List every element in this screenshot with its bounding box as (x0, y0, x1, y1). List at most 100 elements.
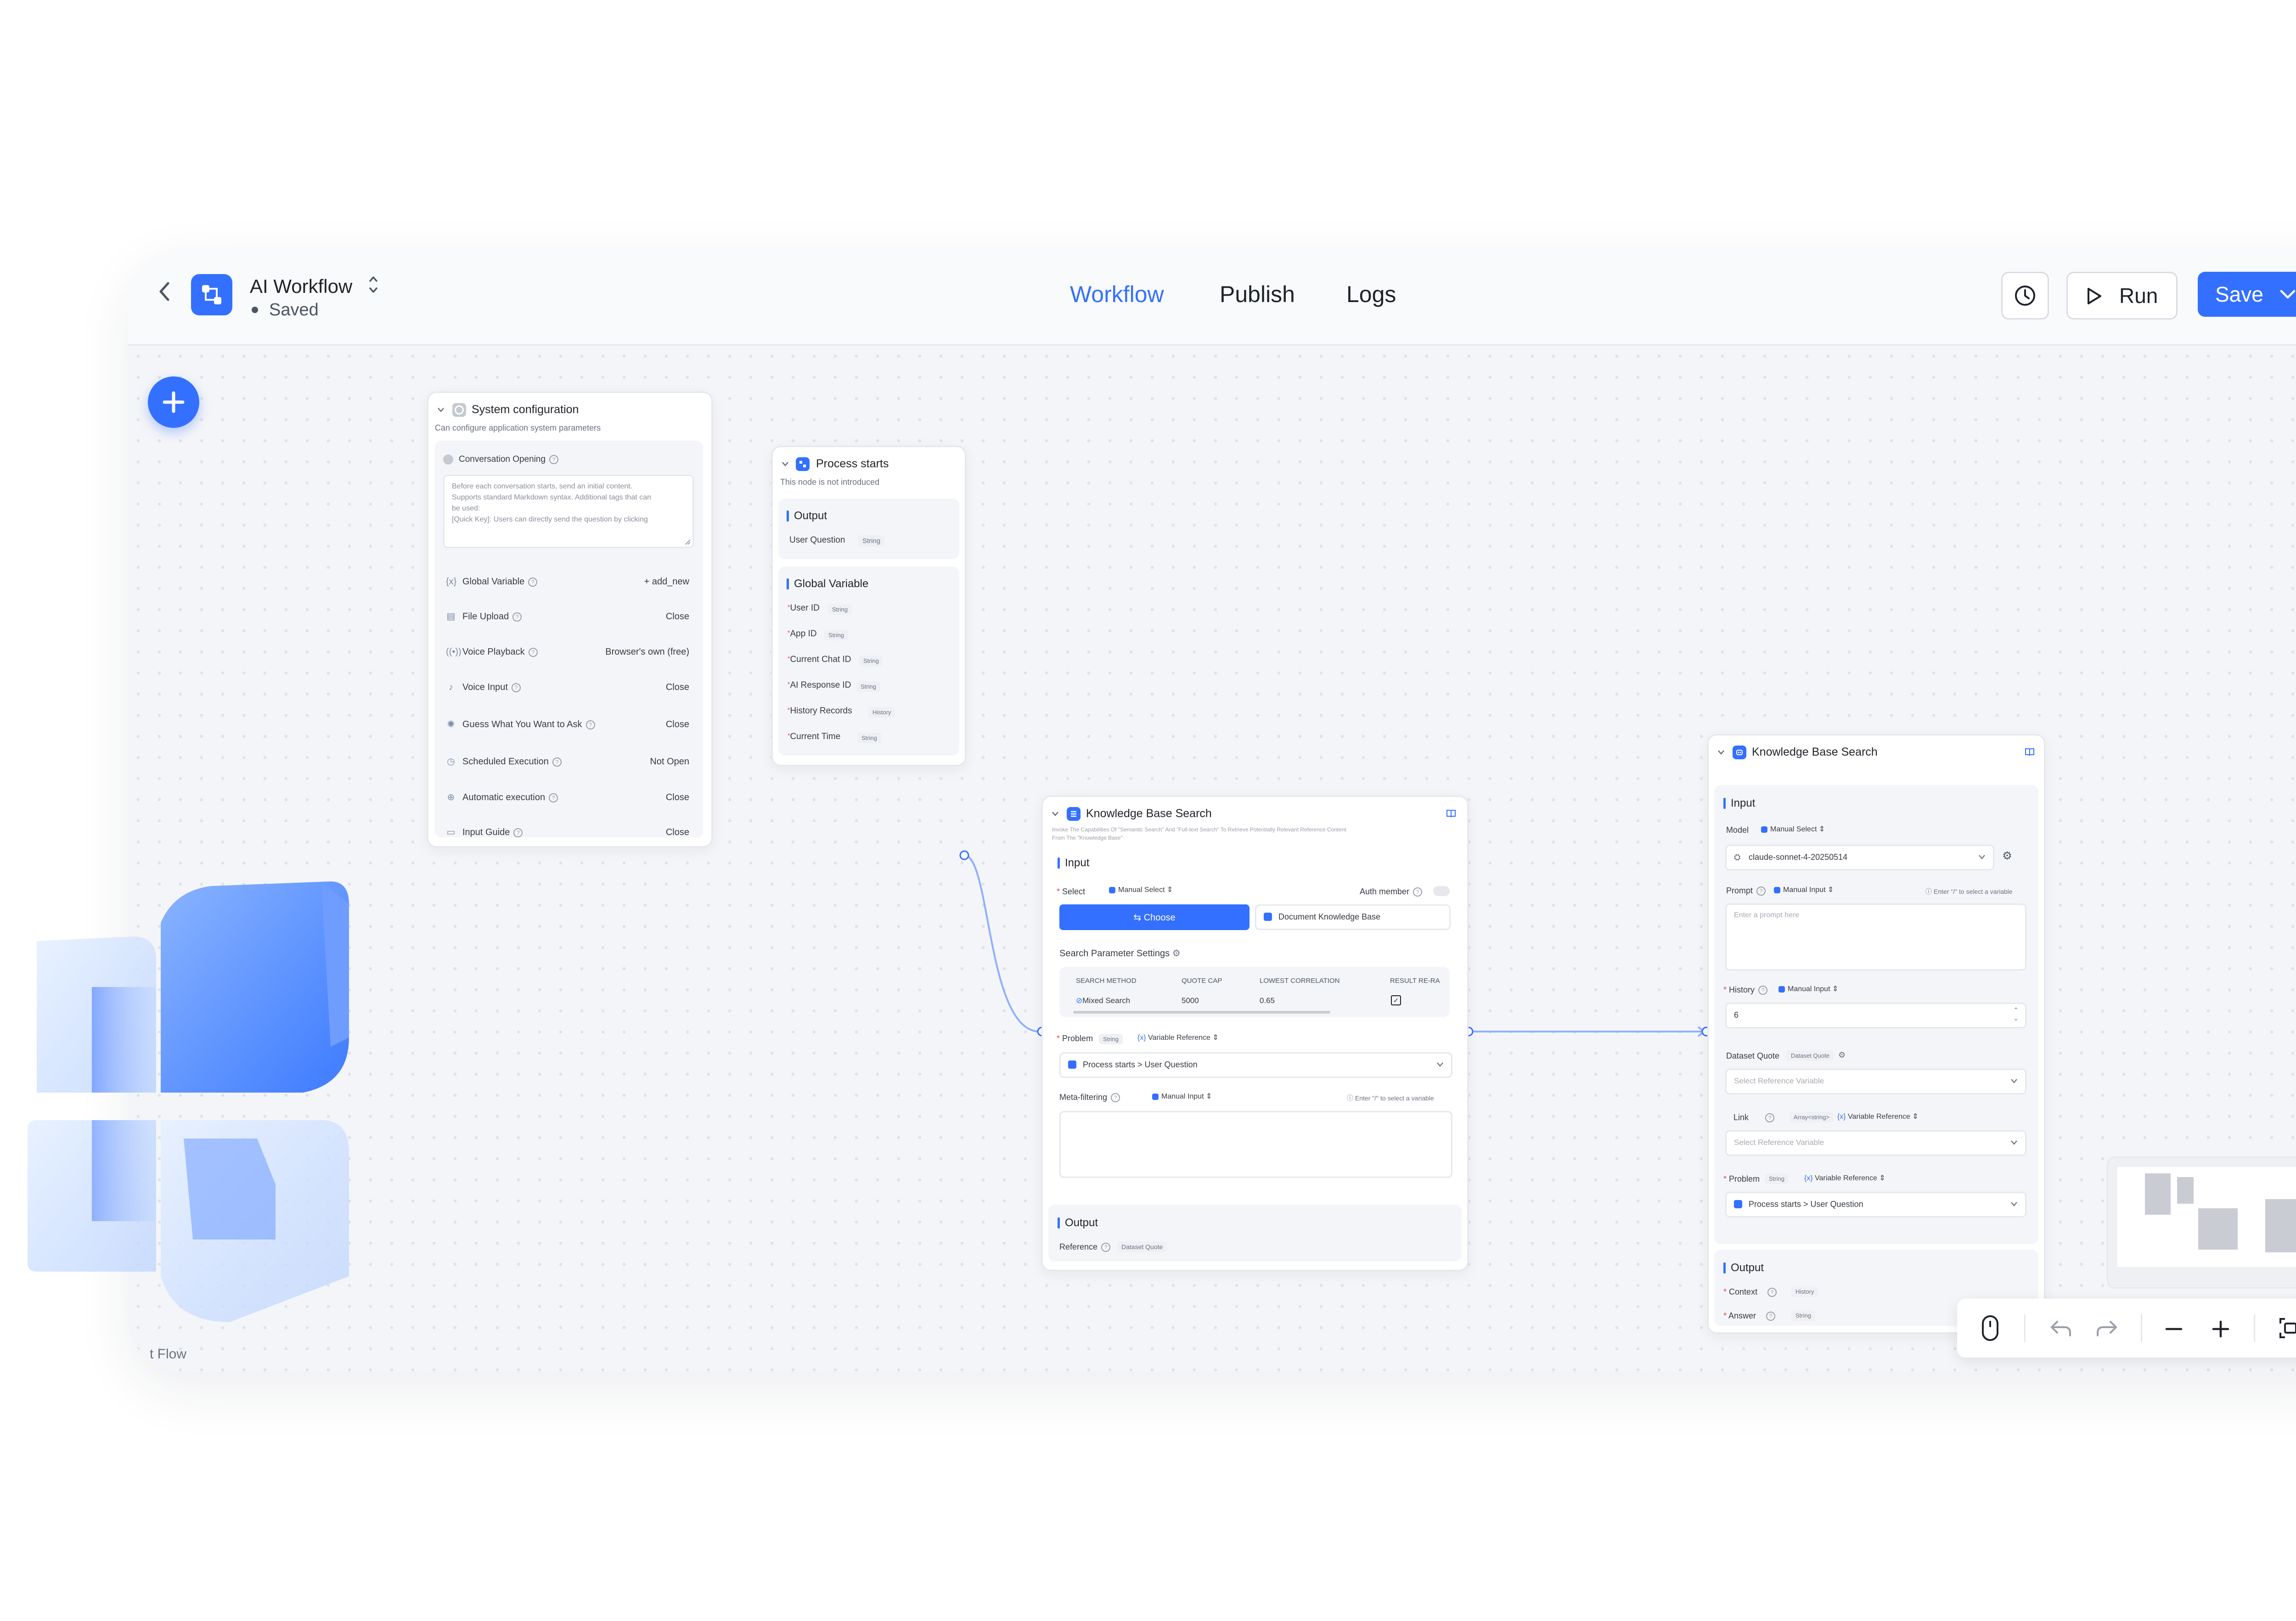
minimap[interactable] (2107, 1156, 2296, 1289)
config-row[interactable]: ⊕ Automatic execution? Close (441, 784, 698, 812)
chevron-down-icon[interactable] (2279, 288, 2296, 301)
book-icon[interactable] (1446, 809, 1456, 818)
problem-mode-dropdown[interactable]: {x} Variable Reference ⇕ (1137, 1033, 1219, 1042)
history-button[interactable] (2001, 272, 2049, 320)
select-mode-dropdown[interactable]: Manual Select ⇕ (1109, 885, 1173, 899)
chevron-down-icon[interactable] (2010, 1140, 2018, 1145)
model-icon: ⛭ (1734, 853, 1741, 862)
problem-mode-dropdown[interactable]: {x} Variable Reference ⇕ (1804, 1173, 1885, 1183)
help-icon: ? (512, 612, 522, 622)
run-label: Run (2119, 284, 2158, 308)
kb-chip-icon (1264, 913, 1272, 921)
table-scrollbar[interactable] (1073, 1011, 1330, 1014)
config-row[interactable]: ✺ Guess What You Want to Ask? Close (441, 711, 698, 739)
chevron-updown-icon[interactable] (366, 272, 380, 297)
knowledge-base-chip[interactable]: Document Knowledge Base (1255, 904, 1451, 930)
tab-publish[interactable]: Publish (1220, 281, 1295, 308)
type-badge: String (856, 681, 880, 692)
problem-reference-select[interactable]: Process starts > User Question (1059, 1052, 1452, 1078)
config-row[interactable]: ♪ Voice Input? Close (441, 674, 698, 701)
config-row-value[interactable]: + add_new (644, 577, 689, 587)
chevron-down-icon[interactable] (2010, 1078, 2018, 1084)
config-row-value[interactable]: Close (666, 792, 689, 803)
book-icon[interactable] (2025, 747, 2035, 757)
input-panel: Input Model Manual Select ⇕ ⛭ claude-son… (1714, 785, 2038, 1244)
undo-icon[interactable] (2049, 1318, 2073, 1338)
resize-handle-icon[interactable] (684, 538, 691, 545)
process-starts-node[interactable]: Process starts This node is not introduc… (771, 446, 966, 766)
fit-view-icon[interactable] (2279, 1317, 2296, 1339)
config-row[interactable]: {x} Global Variable? + add_new (441, 568, 698, 596)
save-button[interactable]: Save (2198, 272, 2296, 317)
problem-label: * Problem (1057, 1034, 1093, 1043)
redo-icon[interactable] (2095, 1318, 2119, 1338)
chevron-down-icon[interactable] (1436, 1062, 1444, 1067)
config-row[interactable]: ▤ File Upload? Close (441, 603, 698, 631)
output-item-label: * Context? (1723, 1287, 1777, 1297)
back-icon[interactable] (155, 280, 174, 303)
meta-mode-dropdown[interactable]: Manual Input ⇕ (1152, 1092, 1212, 1101)
link-select[interactable]: Select Reference Variable (1725, 1130, 2026, 1156)
search-params-label: Search Parameter Settings ⚙ (1059, 948, 1181, 959)
config-row-value[interactable]: Not Open (650, 757, 689, 767)
tab-workflow[interactable]: Workflow (1070, 281, 1164, 308)
config-row-value[interactable]: Close (666, 611, 689, 622)
link-label: Link? (1733, 1113, 1775, 1123)
model-settings-icon[interactable]: ⚙ (2001, 849, 2014, 862)
dataset-quote-select[interactable]: Select Reference Variable (1725, 1069, 2026, 1094)
knowledge-base-search-node[interactable]: Knowledge Base Search Invoke The Capabil… (1041, 796, 1469, 1271)
collapse-chevron-icon[interactable] (1717, 749, 1725, 756)
collapse-chevron-icon[interactable] (1051, 811, 1059, 817)
dataset-settings-icon[interactable]: ⚙ (1838, 1050, 1846, 1060)
workflow-canvas[interactable]: System configuration Can configure appli… (128, 346, 2296, 1372)
manual-input-icon (1152, 1093, 1159, 1100)
help-icon: ? (513, 828, 523, 837)
ai-chat-node[interactable]: Knowledge Base Search Input Model Manual… (1707, 734, 2045, 1334)
config-row-value[interactable]: Browser's own (free) (605, 647, 689, 657)
config-row-value[interactable]: Close (666, 682, 689, 693)
app-window: AI Workflow Saved Workflow Publish Logs … (128, 248, 2296, 1372)
config-row-icon: ◷ (447, 757, 455, 767)
choose-button[interactable]: ⇆ Choose (1059, 904, 1249, 930)
chevron-down-icon[interactable] (1978, 854, 1986, 860)
tab-logs[interactable]: Logs (1346, 281, 1396, 308)
output-title: Output (1723, 1262, 1764, 1274)
opening-textarea[interactable]: Before each conversation starts, send an… (443, 475, 694, 548)
config-row-label: Scheduled Execution? (462, 757, 562, 767)
prompt-textarea[interactable]: Enter a prompt here (1725, 903, 2026, 970)
collapse-chevron-icon[interactable] (437, 407, 445, 413)
meta-filtering-input[interactable] (1059, 1111, 1452, 1178)
stepper-arrows-icon[interactable]: ⌃ ⌄ (2013, 1006, 2019, 1022)
config-row-value[interactable]: Close (666, 719, 689, 730)
chevron-down-icon[interactable] (2010, 1201, 2018, 1207)
mixed-search-icon: ⊘ (1076, 996, 1083, 1005)
system-config-node[interactable]: System configuration Can configure appli… (427, 392, 713, 847)
collapse-chevron-icon[interactable] (781, 461, 789, 467)
model-select[interactable]: ⛭ claude-sonnet-4-20250514 (1725, 845, 1994, 870)
config-row[interactable]: ▭ Input Guide? Close (441, 819, 698, 847)
link-mode-dropdown[interactable]: {x} Variable Reference ⇕ (1837, 1112, 1919, 1121)
prompt-mode-dropdown[interactable]: Manual Input ⇕ (1774, 885, 1834, 894)
help-icon: ? (1765, 1113, 1775, 1123)
problem-reference-select[interactable]: Process starts > User Question (1725, 1192, 2026, 1217)
zoom-in-icon[interactable] (2211, 1319, 2231, 1339)
history-mode-dropdown[interactable]: Manual Input ⇕ (1778, 984, 1838, 993)
config-row[interactable]: ((•)) Voice Playback? Browser's own (free) (441, 639, 698, 666)
config-row-value[interactable]: Close (666, 827, 689, 838)
rerank-checkbox[interactable]: ✓ (1391, 995, 1401, 1005)
help-icon: ? (549, 793, 558, 802)
auth-member-toggle[interactable] (1433, 886, 1450, 896)
model-mode-dropdown[interactable]: Manual Select ⇕ (1761, 825, 1825, 834)
run-button[interactable]: Run (2066, 272, 2178, 320)
app-title: AI Workflow (250, 275, 353, 297)
type-badge: String (858, 535, 885, 547)
node-title: Knowledge Base Search (1752, 746, 1878, 758)
global-variable-label: *Current Time (788, 732, 841, 741)
mouse-icon[interactable] (1980, 1314, 2000, 1342)
model-value: claude-sonnet-4-20250514 (1749, 853, 1848, 862)
input-title: Input (1057, 857, 1090, 869)
zoom-out-icon[interactable] (2164, 1319, 2184, 1339)
history-stepper[interactable]: 6 ⌃ ⌄ (1725, 1003, 2026, 1028)
global-variable-panel: Global Variable *User ID String *App ID Str… (778, 567, 959, 756)
config-row[interactable]: ◷ Scheduled Execution? Not Open (441, 748, 698, 776)
